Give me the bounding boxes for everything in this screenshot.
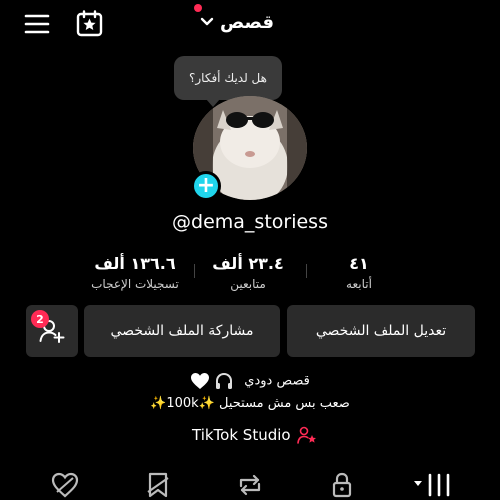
stat-followers-value: ٢٣.٤ ألف: [212, 254, 284, 273]
lock-icon: [328, 472, 356, 498]
bio-name: قصص دودي: [244, 373, 310, 389]
liked-heart-icon: [51, 472, 79, 498]
account-switcher[interactable]: قصص: [194, 4, 275, 36]
repost-icon: [236, 472, 264, 498]
headphones-icon: [214, 372, 234, 390]
add-avatar-button[interactable]: +: [191, 171, 221, 201]
grid-dropdown-icon: [412, 472, 456, 498]
stat-likes[interactable]: ١٣٦.٦ ألف تسجيلات الإعجاب: [75, 254, 195, 291]
friend-requests-badge: 2: [31, 310, 49, 328]
stat-likes-label: تسجيلات الإعجاب: [91, 277, 179, 291]
stat-following-label: أتابعه: [346, 277, 372, 291]
ideas-bubble[interactable]: هل لديك أفكار؟: [174, 56, 282, 100]
stat-followers-label: متابعين: [230, 277, 266, 291]
stat-following-value: ٤١: [349, 254, 369, 273]
bio-line-2: صعب بس مش مستحيل ✨100k✨: [150, 396, 350, 411]
tiktok-studio-label: TikTok Studio: [192, 426, 291, 444]
tab-private[interactable]: [327, 470, 357, 500]
tab-videos[interactable]: [412, 470, 456, 500]
stat-followers[interactable]: ٢٣.٤ ألف متابعين: [188, 254, 308, 291]
bio-line-1: قصص دودي: [0, 372, 500, 390]
edit-profile-button[interactable]: تعديل الملف الشخصي: [287, 305, 475, 357]
tab-favorites[interactable]: [143, 470, 173, 500]
share-profile-button[interactable]: مشاركة الملف الشخصي: [84, 305, 280, 357]
username: @dema_storiess: [172, 211, 328, 233]
stat-likes-value: ١٣٦.٦ ألف: [94, 254, 176, 273]
tab-reposts[interactable]: [235, 470, 265, 500]
plus-icon: +: [196, 173, 216, 198]
user-star-icon: [296, 426, 317, 444]
tiktok-studio-link[interactable]: TikTok Studio: [192, 426, 317, 444]
tab-liked[interactable]: [50, 470, 80, 500]
white-heart-icon: [190, 372, 210, 390]
bookmark-icon: [144, 472, 172, 498]
calendar-star-icon[interactable]: [76, 10, 103, 37]
stat-following[interactable]: ٤١ أتابعه: [299, 254, 419, 291]
page-title: قصص: [220, 11, 275, 33]
chevron-down-icon: [200, 17, 214, 27]
notification-dot: [194, 4, 202, 12]
hamburger-menu-icon[interactable]: [24, 12, 50, 36]
